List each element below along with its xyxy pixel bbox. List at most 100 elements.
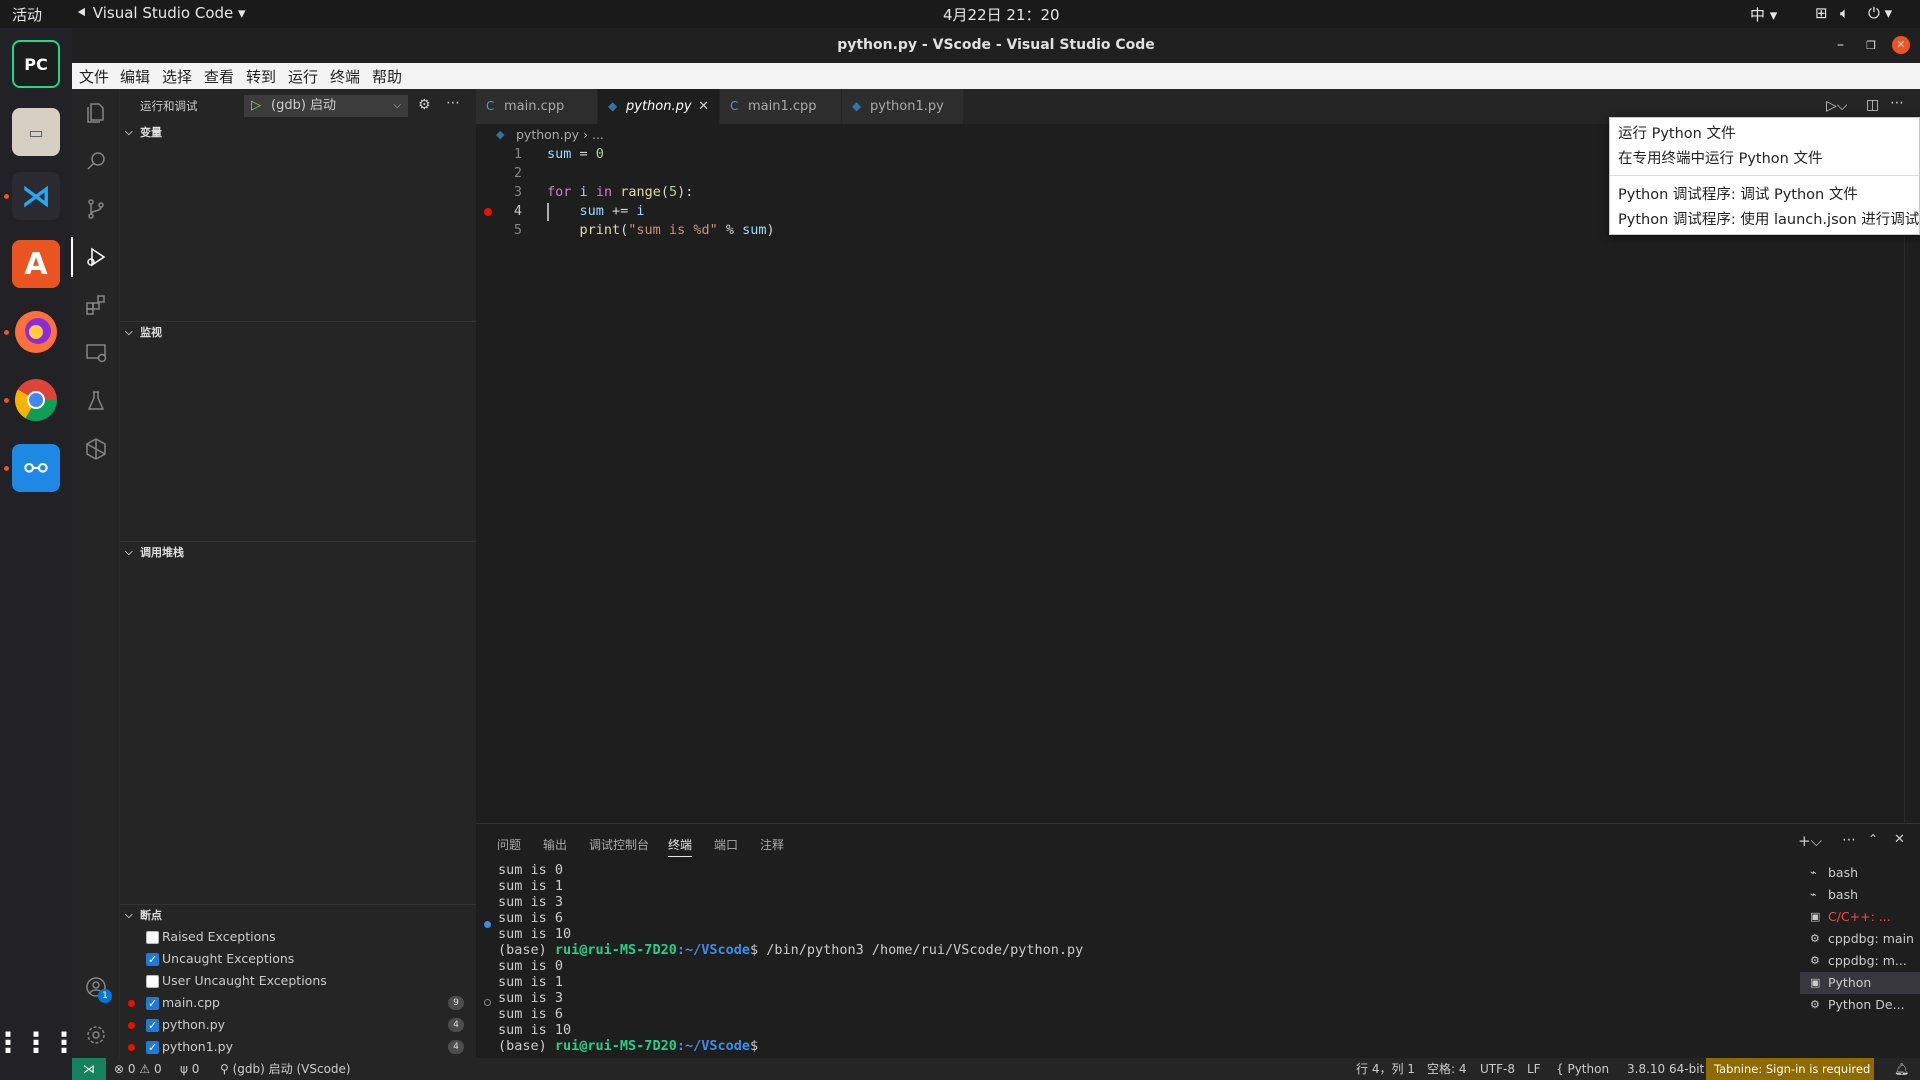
debug-status[interactable]: ⚲ (gdb) 启动 (VScode) xyxy=(220,1058,351,1080)
start-debug-icon[interactable]: ▷ xyxy=(251,96,261,116)
eol-status[interactable]: LF xyxy=(1527,1058,1541,1080)
input-method-indicator[interactable]: 中 ▾ xyxy=(1750,4,1777,25)
editor-scrollbar[interactable] xyxy=(1904,146,1918,823)
terminal-item[interactable]: ⚙ cppdbg: main xyxy=(1800,928,1920,950)
close-panel-icon[interactable]: ✕ xyxy=(1894,832,1905,847)
tab-main1-cpp[interactable]: Cmain1.cpp xyxy=(720,89,842,124)
breakpoint-row[interactable]: python.py4 xyxy=(120,1014,476,1037)
problems-status[interactable]: ⊗ 0 ⚠ 0 xyxy=(114,1058,162,1080)
cmake-icon[interactable] xyxy=(84,437,108,461)
editor-more-actions-icon[interactable]: ⋯ xyxy=(1890,95,1904,111)
notifications-bell-icon[interactable]: 🔔︎ xyxy=(1894,1058,1909,1080)
breakpoint-row[interactable]: main.cpp9 xyxy=(120,992,476,1015)
terminal-item[interactable]: ⚙ cppdbg: m... xyxy=(1800,950,1920,972)
breakpoint-row[interactable]: Raised Exceptions xyxy=(120,926,476,948)
menu-file[interactable]: 文件 xyxy=(79,66,109,87)
tab-main-cpp[interactable]: Cmain.cpp xyxy=(476,89,598,124)
remote-indicator-icon[interactable]: ⋊ xyxy=(72,1058,106,1080)
files-icon[interactable]: ▭ xyxy=(12,108,60,156)
terminal-item[interactable]: ⌁ bash xyxy=(1800,862,1920,884)
breakpoint-row[interactable]: python1.py4 xyxy=(120,1036,476,1059)
tabnine-status[interactable]: Tabnine: Sign-in is required xyxy=(1706,1058,1874,1080)
network-app-icon[interactable]: ⚯ xyxy=(12,444,60,492)
panel-tab-comments[interactable]: 注释 xyxy=(760,836,784,853)
run-debug-icon[interactable] xyxy=(84,245,108,269)
menu-help[interactable]: 帮助 xyxy=(372,66,402,87)
command-decoration-icon[interactable] xyxy=(484,999,491,1006)
panel-tab-ports[interactable]: 端口 xyxy=(714,836,738,853)
ports-status[interactable]: ψ 0 xyxy=(180,1058,199,1080)
extensions-icon[interactable] xyxy=(84,293,108,317)
breakpoint-checkbox[interactable] xyxy=(146,1037,159,1059)
breakpoint-checkbox[interactable] xyxy=(146,931,159,944)
breakpoints-section-header[interactable]: ⌵ 断点 xyxy=(120,904,476,926)
command-success-decoration-icon[interactable] xyxy=(484,921,491,928)
app-menu[interactable]: ⯇ Visual Studio Code ▾ xyxy=(76,4,246,22)
remote-explorer-icon[interactable] xyxy=(84,341,108,365)
menu-terminal[interactable]: 终端 xyxy=(330,66,360,87)
testing-icon[interactable] xyxy=(84,389,108,413)
breakpoint-checkbox[interactable] xyxy=(146,1015,159,1037)
debug-python-file-item[interactable]: Python 调试程序: 调试 Python 文件 xyxy=(1618,183,1858,204)
run-python-file-item[interactable]: 运行 Python 文件 xyxy=(1618,122,1735,143)
panel-tab-terminal[interactable]: 终端 xyxy=(668,836,693,857)
terminal-item[interactable]: ⌁ bash xyxy=(1800,884,1920,906)
menu-edit[interactable]: 编辑 xyxy=(120,66,150,87)
menu-selection[interactable]: 选择 xyxy=(162,66,192,87)
breakpoint-marker-icon[interactable] xyxy=(484,208,492,216)
debug-settings-gear-icon[interactable]: ⚙ xyxy=(418,97,431,113)
debug-launch-json-item[interactable]: Python 调试程序: 使用 launch.json 进行调试 xyxy=(1618,208,1919,229)
panel-more-icon[interactable]: ⋯ xyxy=(1842,832,1856,848)
clock[interactable]: 4月22日 21：20 xyxy=(943,4,1060,25)
tab-python1-py[interactable]: ◆ python1.py xyxy=(842,89,964,124)
menu-run[interactable]: 运行 xyxy=(288,66,318,87)
variables-section-header[interactable]: ⌵ 变量 xyxy=(120,122,476,144)
watch-section-header[interactable]: ⌵ 监视 xyxy=(120,321,476,343)
minimize-button[interactable]: – xyxy=(1837,28,1844,63)
settings-gear-icon[interactable] xyxy=(84,1023,108,1047)
code-editor[interactable]: 1 2 3 4 5 sum = 0 for i in range(5): sum… xyxy=(476,146,1920,823)
search-icon[interactable] xyxy=(84,149,108,173)
panel-tab-debug-console[interactable]: 调试控制台 xyxy=(589,836,649,853)
more-actions-icon[interactable]: ⋯ xyxy=(446,95,460,111)
breakpoint-row[interactable]: Uncaught Exceptions xyxy=(120,948,476,971)
breakpoint-checkbox[interactable] xyxy=(146,975,159,988)
pycharm-icon[interactable]: PC xyxy=(12,40,60,88)
breakpoint-row[interactable]: User Uncaught Exceptions xyxy=(120,970,476,992)
interpreter-status[interactable]: 3.8.10 64-bit xyxy=(1627,1058,1704,1080)
terminal-output[interactable]: sum is 0 sum is 1 sum is 3 sum is 6 sum … xyxy=(498,862,1083,1054)
split-editor-icon[interactable]: ◫ xyxy=(1866,97,1879,113)
software-center-icon[interactable]: A xyxy=(12,240,60,288)
explorer-icon[interactable] xyxy=(84,101,108,125)
breakpoint-checkbox[interactable] xyxy=(146,949,159,971)
callstack-section-header[interactable]: ⌵ 调用堆栈 xyxy=(120,541,476,563)
terminal-item[interactable]: ⚙ Python De... xyxy=(1800,994,1920,1016)
firefox-icon[interactable] xyxy=(12,308,60,356)
maximize-panel-icon[interactable]: ⌃ xyxy=(1868,832,1878,846)
show-apps-icon[interactable]: ⋮⋮⋮ xyxy=(0,1018,78,1066)
close-tab-icon[interactable]: ✕ xyxy=(698,89,709,124)
chrome-icon[interactable] xyxy=(12,376,60,424)
new-terminal-icon[interactable]: +⌵ xyxy=(1798,832,1822,850)
language-status[interactable]: { Python xyxy=(1556,1058,1609,1080)
terminal-item[interactable]: ▣ Python xyxy=(1800,972,1920,994)
run-python-file-icon[interactable]: ▷⌵ xyxy=(1826,98,1847,114)
panel-tab-output[interactable]: 输出 xyxy=(543,836,567,853)
cursor-position[interactable]: 行 4，列 1 xyxy=(1356,1058,1415,1080)
restore-button[interactable]: ❐ xyxy=(1866,28,1876,63)
tab-python-py[interactable]: ◆ python.py ✕ xyxy=(598,89,720,124)
breakpoint-checkbox[interactable] xyxy=(146,993,159,1015)
breadcrumb-file[interactable]: python.py xyxy=(516,127,579,142)
menu-go[interactable]: 转到 xyxy=(246,66,276,87)
activities-button[interactable]: 活动 xyxy=(12,4,42,25)
network-icon[interactable]: ⊞ xyxy=(1815,4,1828,22)
panel-tab-problems[interactable]: 问题 xyxy=(497,836,521,853)
source-control-icon[interactable] xyxy=(84,197,108,221)
run-in-terminal-item[interactable]: 在专用终端中运行 Python 文件 xyxy=(1618,147,1822,168)
terminal-item[interactable]: ▣ C/C++: ... xyxy=(1800,906,1920,928)
encoding-status[interactable]: UTF-8 xyxy=(1480,1058,1515,1080)
vscode-icon[interactable]: ⋊ xyxy=(12,172,60,220)
indentation-status[interactable]: 空格: 4 xyxy=(1427,1058,1467,1080)
menu-view[interactable]: 查看 xyxy=(204,66,234,87)
volume-icon[interactable]: 🔈︎ xyxy=(1840,4,1849,22)
